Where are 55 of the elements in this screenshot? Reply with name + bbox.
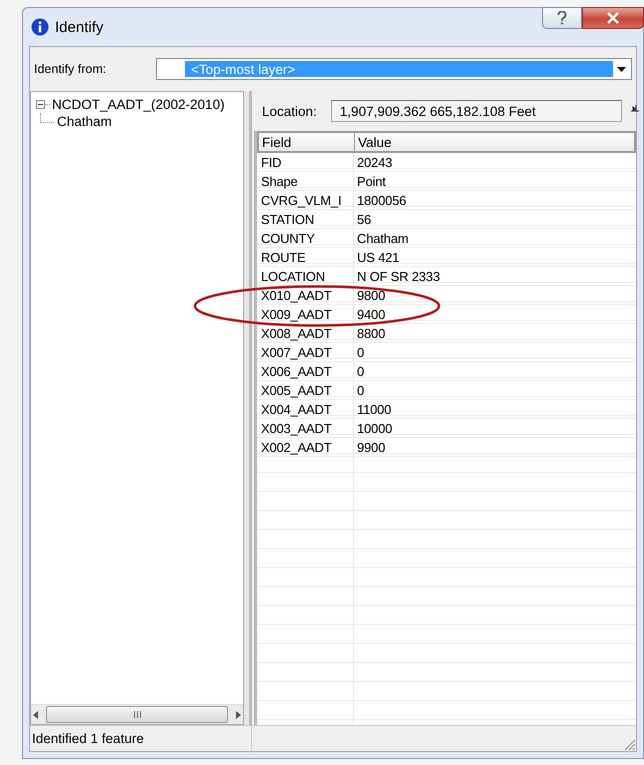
close-button[interactable] <box>582 7 644 29</box>
help-button[interactable] <box>542 7 582 29</box>
scroll-left-icon[interactable] <box>33 710 38 718</box>
collapse-icon[interactable] <box>36 100 45 109</box>
table-cell-text: X006_AADT <box>260 362 332 380</box>
table-cell-text: X008_AADT <box>260 324 332 342</box>
resize-grip-icon[interactable] <box>622 737 636 751</box>
table-cell-text: 11000 <box>356 400 392 418</box>
dropdown-arrow-icon <box>616 66 626 72</box>
table-cell-text: X010_AADT <box>260 286 332 304</box>
table-cell-text: 20243 <box>356 154 394 171</box>
table-cell-text: 9900 <box>356 438 386 456</box>
column-header[interactable]: Value <box>355 133 634 151</box>
table-cell-text: 1800056 <box>356 192 408 209</box>
table-cell-text: US 421 <box>356 248 400 266</box>
column-header[interactable]: Field <box>259 133 355 151</box>
table-cell-text: 9800 <box>356 286 386 304</box>
table-cell-text: X009_AADT <box>260 306 332 323</box>
pin-icon[interactable] <box>630 104 640 114</box>
table-cell-text: 8800 <box>356 324 386 342</box>
table-cell-text: X002_AADT <box>260 438 332 456</box>
field-label: Identify from: <box>34 62 108 76</box>
tree-item[interactable]: NCDOT_AADT_(2002-2010) <box>52 97 225 112</box>
table-cell-text: CVRG_VLM_I <box>260 192 342 209</box>
horizontal-scrollbar[interactable] <box>31 704 243 724</box>
window-title: Identify <box>55 18 104 36</box>
info-icon <box>31 18 49 36</box>
table-cell-text: LOCATION <box>260 268 326 285</box>
location-field: 1,907,909.362 665,182.108 Feet <box>330 100 622 122</box>
table-cell-text: Shape <box>260 172 299 190</box>
table-cell-text: FID <box>260 154 282 171</box>
table-cell-text: 0 <box>356 382 366 399</box>
table-cell-text: X007_AADT <box>260 344 332 361</box>
scroll-right-icon[interactable] <box>236 710 241 718</box>
status-text: Identified 1 feature <box>30 726 252 751</box>
table-cell-text: ROUTE <box>260 248 307 266</box>
table-cell-text: X004_AADT <box>260 400 332 418</box>
table-cell-text: 9400 <box>356 306 386 323</box>
table-cell-text: 10000 <box>356 420 394 437</box>
table-cell-text: COUNTY <box>260 230 316 247</box>
table-cell-text: STATION <box>260 210 316 228</box>
tree-item[interactable]: Chatham <box>57 114 112 129</box>
location-label: Location: <box>262 104 317 118</box>
grip-icon <box>132 711 142 718</box>
table-cell-text: Point <box>356 172 387 190</box>
table-cell-text: 0 <box>356 344 366 361</box>
table-cell-text: 0 <box>356 362 366 380</box>
scrollbar-thumb[interactable] <box>46 706 228 723</box>
table-cell-text: N OF SR 2333 <box>356 268 441 285</box>
table-cell-text: Chatham <box>356 230 410 247</box>
question-mark-icon <box>557 11 567 25</box>
close-icon <box>606 12 620 24</box>
table-cell-text: X003_AADT <box>260 420 332 437</box>
table-cell-text: X005_AADT <box>260 382 332 399</box>
table-cell-text: 56 <box>356 210 372 228</box>
